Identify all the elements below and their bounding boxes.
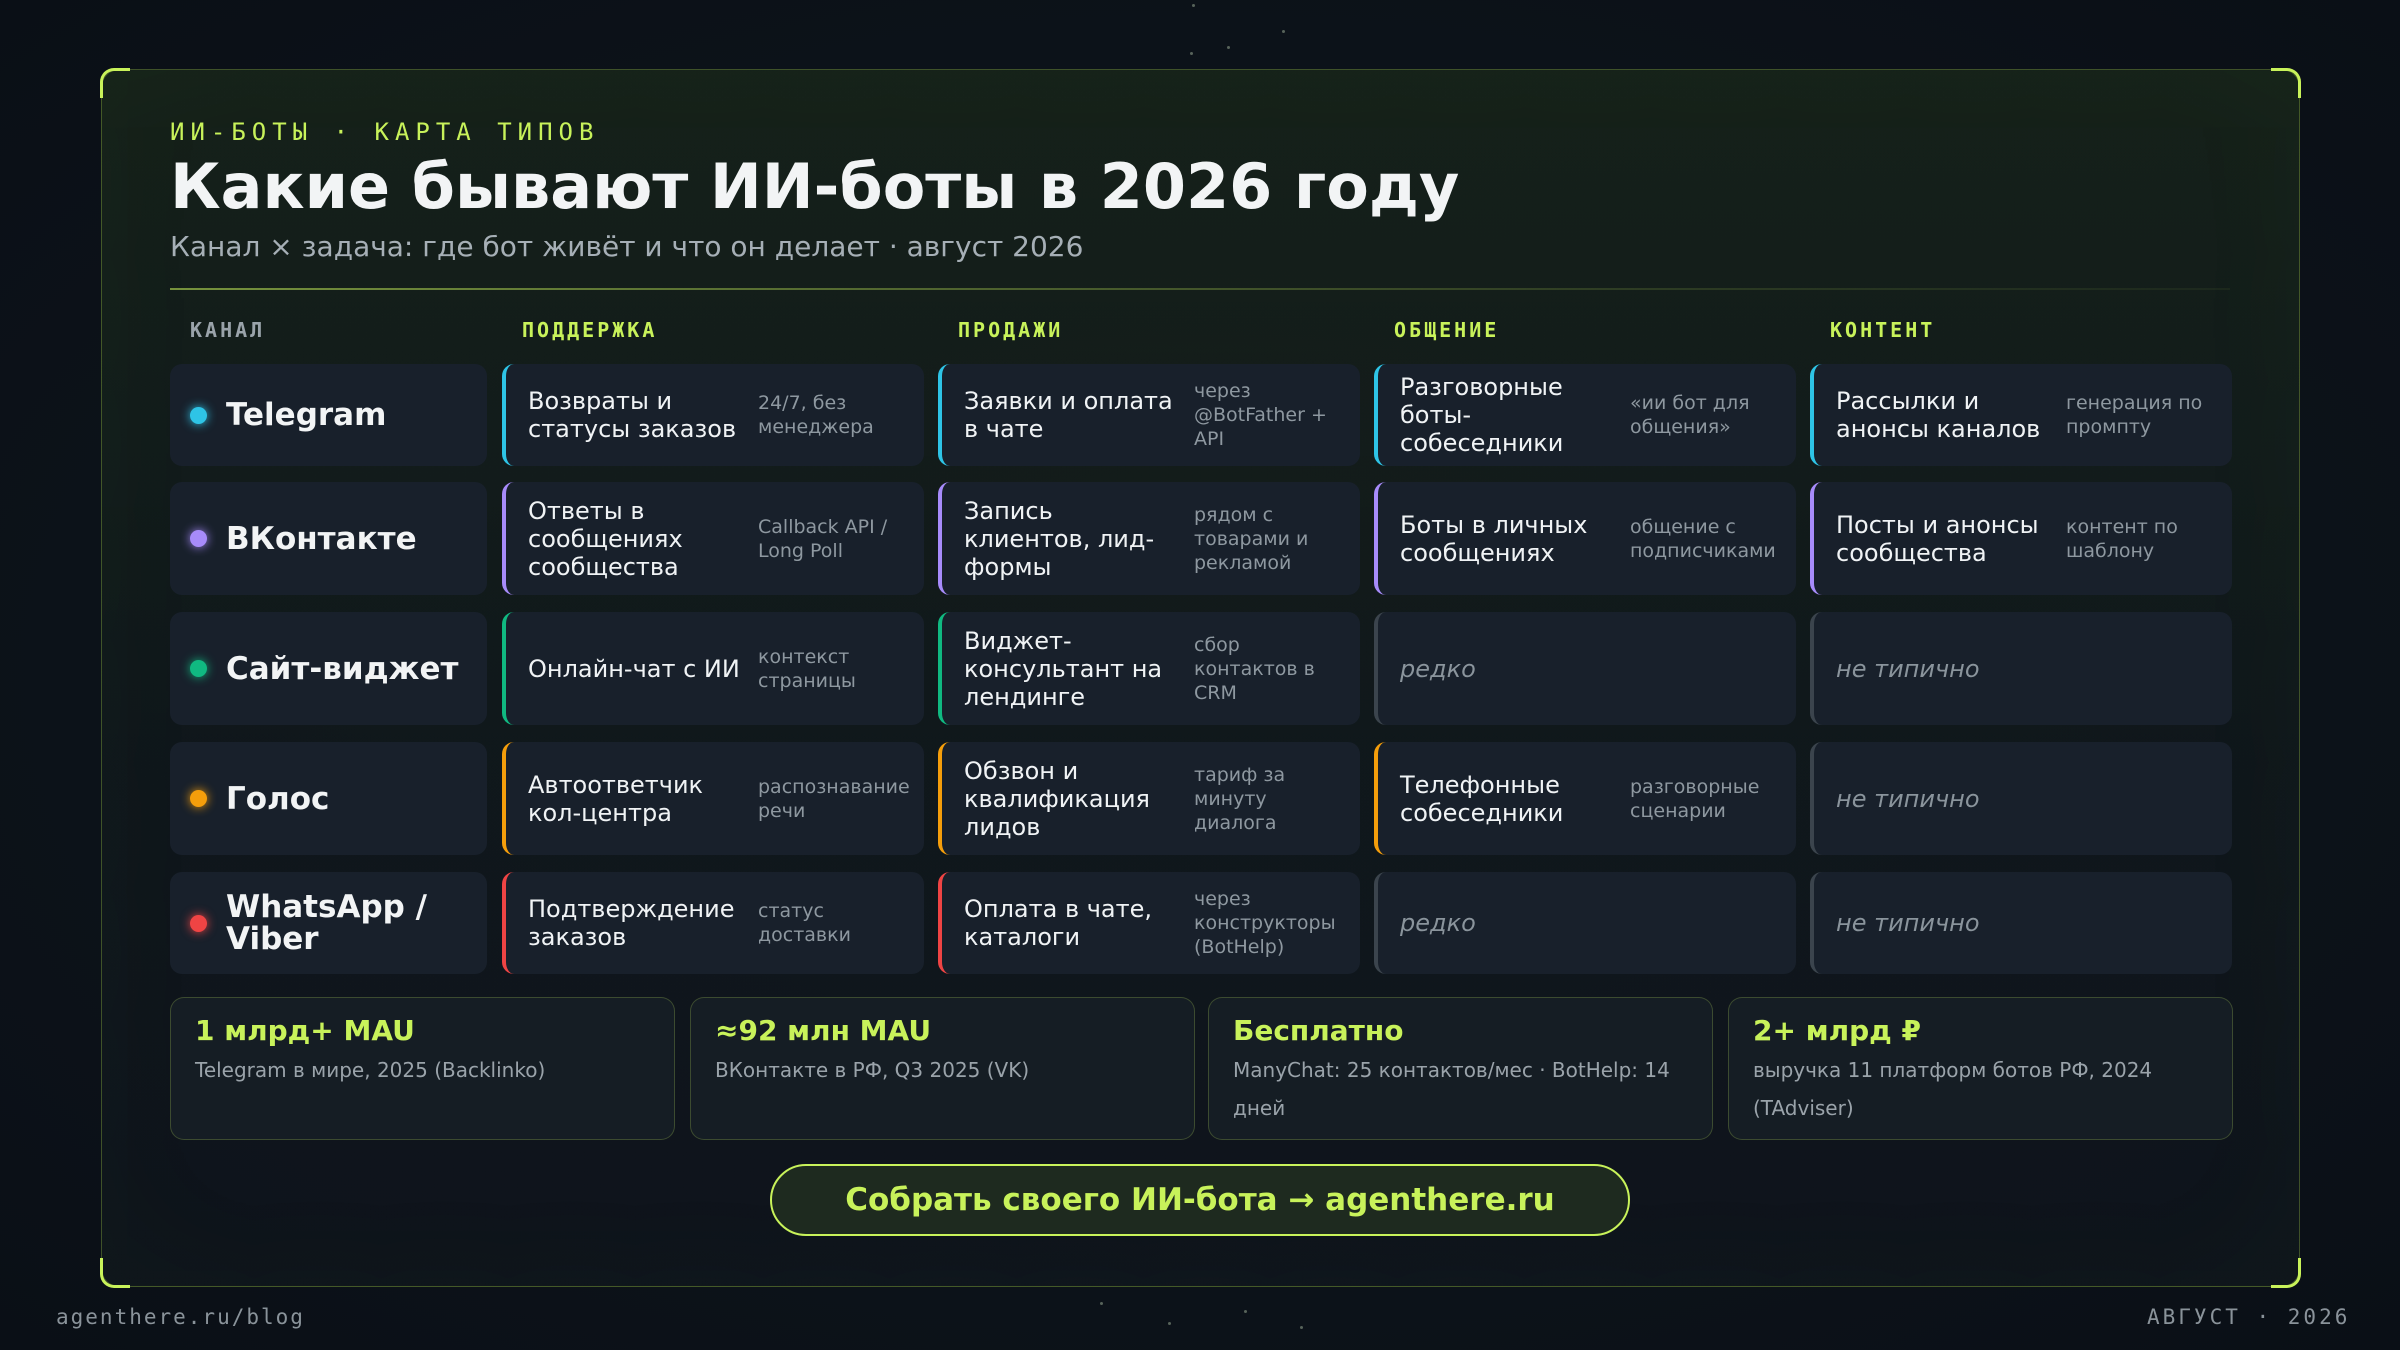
channel-label: Сайт-виджет: [226, 650, 459, 687]
telegram-dot-icon: [190, 406, 207, 424]
cell-telegram-sales: Заявки и оплата в чате через @BotFather …: [938, 364, 1360, 466]
cell-note: контент по шаблону: [2066, 515, 2178, 562]
header-divider: [170, 288, 2230, 290]
cell-widget-content: не типично: [1810, 612, 2232, 725]
cell-main: не типично: [1836, 909, 1980, 937]
stat-card-free: Бесплатно ManyChat: 25 контактов/мес · B…: [1208, 997, 1713, 1140]
channel-label: ВКонтакте: [226, 520, 417, 557]
cell-main: редко: [1400, 909, 1476, 937]
cell-note: рядом с товарами и рекламой: [1194, 503, 1309, 574]
stat-card-revenue: 2+ млрд ₽ выручка 11 платформ ботов РФ, …: [1728, 997, 2233, 1140]
cell-widget-support: Онлайн-чат с ИИ контекст страницы: [502, 612, 924, 725]
cell-widget-sales: Виджет-консультант на лендинге сбор конт…: [938, 612, 1360, 725]
cell-main: Онлайн-чат с ИИ: [528, 654, 740, 683]
cell-main: Запись клиентов, лид-формы: [964, 496, 1155, 581]
cell-vk-chat: Боты в личных сообщениях общение с подпи…: [1374, 482, 1796, 595]
column-header-support: ПОДДЕРЖКА: [522, 318, 658, 342]
channel-label: Telegram: [226, 397, 387, 433]
channel-vk: ВКонтакте: [170, 482, 487, 595]
channel-voice: Голос: [170, 742, 487, 855]
widget-dot-icon: [190, 660, 207, 677]
cell-main: Оплата в чате, каталоги: [964, 895, 1152, 951]
cell-main: не типично: [1836, 654, 1980, 683]
cell-whatsapp-chat: редко: [1374, 872, 1796, 974]
cell-note: общение с подписчиками: [1630, 515, 1776, 562]
cell-main: не типично: [1836, 784, 1980, 813]
cell-note: контекст страницы: [758, 645, 856, 692]
column-header-sales: ПРОДАЖИ: [958, 318, 1064, 342]
cell-whatsapp-sales: Оплата в чате, каталоги через конструкто…: [938, 872, 1360, 974]
stat-card-telegram: 1 млрд+ MAU Telegram в мире, 2025 (Backl…: [170, 997, 675, 1140]
cell-vk-content: Посты и анонсы сообщества контент по шаб…: [1810, 482, 2232, 595]
cell-voice-support: Автоответчик кол-центра распознавание ре…: [502, 742, 924, 855]
footer-url: agenthere.ru/blog: [56, 1305, 305, 1329]
cell-main: Виджет-консультант на лендинге: [964, 626, 1163, 711]
stat-caption: ManyChat: 25 контактов/мес · BotHelp: 14…: [1233, 1058, 1670, 1120]
corner-accent-bottom-right: [2271, 1258, 2301, 1288]
cell-whatsapp-support: Подтверждение заказов статус доставки: [502, 872, 924, 974]
cell-voice-content: не типично: [1810, 742, 2232, 855]
cell-note: через конструкторы (BotHelp): [1194, 888, 1336, 958]
cell-main: Посты и анонсы сообщества: [1836, 510, 2039, 567]
cell-main: Рассылки и анонсы каналов: [1836, 387, 2041, 443]
vk-dot-icon: [190, 530, 207, 547]
cell-vk-sales: Запись клиентов, лид-формы рядом с товар…: [938, 482, 1360, 595]
channel-label: WhatsApp / Viber: [226, 889, 427, 957]
cell-voice-sales: Обзвон и квалификация лидов тариф за мин…: [938, 742, 1360, 855]
stat-card-vk: ≈92 млн MAU ВКонтакте в РФ, Q3 2025 (VK): [690, 997, 1195, 1140]
eyebrow-label: ИИ-БОТЫ · КАРТА ТИПОВ: [170, 118, 600, 146]
corner-accent-top-left: [100, 68, 130, 98]
page-subtitle: Канал × задача: где бот живёт и что он д…: [170, 230, 1084, 263]
cell-main: Обзвон и квалификация лидов: [964, 756, 1150, 841]
cell-main: Боты в личных сообщениях: [1400, 510, 1588, 567]
cell-vk-support: Ответы в сообщениях сообщества Callback …: [502, 482, 924, 595]
cell-note: статус доставки: [758, 900, 851, 946]
cell-note: сбор контактов в CRM: [1194, 633, 1315, 704]
channel-label: Голос: [226, 780, 330, 817]
cell-note: разговорные сценарии: [1630, 775, 1760, 822]
corner-accent-bottom-left: [100, 1258, 130, 1288]
cell-note: генерация по промпту: [2066, 392, 2203, 438]
page-title: Какие бывают ИИ-боты в 2026 году: [170, 150, 1460, 223]
cell-note: распознавание речи: [758, 775, 910, 822]
channel-whatsapp-viber: WhatsApp / Viber: [170, 872, 487, 974]
cell-main: Возвраты и статусы заказов: [528, 387, 737, 443]
stat-value: ≈92 млн MAU: [715, 1014, 932, 1047]
cell-note: «ии бот для общения»: [1630, 392, 1750, 438]
stat-caption: ВКонтакте в РФ, Q3 2025 (VK): [715, 1058, 1030, 1082]
stat-value: Бесплатно: [1233, 1014, 1404, 1047]
stat-caption: Telegram в мире, 2025 (Backlinko): [195, 1058, 546, 1082]
cell-main: Телефонные собеседники: [1400, 770, 1564, 827]
cell-whatsapp-content: не типично: [1810, 872, 2232, 974]
cell-main: Ответы в сообщениях сообщества: [528, 496, 683, 581]
footer-date: АВГУСТ · 2026: [2147, 1305, 2351, 1329]
cta-build-bot-button[interactable]: Собрать своего ИИ-бота → agenthere.ru: [770, 1164, 1630, 1236]
cell-main: редко: [1400, 654, 1476, 683]
cell-main: Автоответчик кол-центра: [528, 770, 704, 827]
column-header-content: КОНТЕНТ: [1830, 318, 1936, 342]
corner-accent-top-right: [2271, 68, 2301, 98]
column-header-chat: ОБЩЕНИЕ: [1394, 318, 1500, 342]
cell-widget-chat: редко: [1374, 612, 1796, 725]
cell-voice-chat: Телефонные собеседники разговорные сцена…: [1374, 742, 1796, 855]
cell-note: 24/7, без менеджера: [758, 392, 874, 438]
stat-caption: выручка 11 платформ ботов РФ, 2024 (TAdv…: [1753, 1058, 2153, 1120]
stat-value: 2+ млрд ₽: [1753, 1014, 1921, 1047]
whatsapp-dot-icon: [190, 914, 207, 932]
cell-note: тариф за минуту диалога: [1194, 763, 1286, 834]
cell-telegram-content: Рассылки и анонсы каналов генерация по п…: [1810, 364, 2232, 466]
cell-telegram-support: Возвраты и статусы заказов 24/7, без мен…: [502, 364, 924, 466]
column-header-channel: КАНАЛ: [190, 318, 266, 342]
cell-note: Callback API / Long Poll: [758, 515, 888, 562]
cell-note: через @BotFather + API: [1194, 380, 1327, 450]
voice-dot-icon: [190, 790, 207, 807]
cell-main: Разговорные боты-собеседники: [1400, 373, 1564, 457]
channel-site-widget: Сайт-виджет: [170, 612, 487, 725]
cell-main: Заявки и оплата в чате: [964, 387, 1173, 443]
stat-value: 1 млрд+ MAU: [195, 1014, 415, 1047]
cell-main: Подтверждение заказов: [528, 895, 735, 951]
channel-telegram: Telegram: [170, 364, 487, 466]
cell-telegram-chat: Разговорные боты-собеседники «ии бот для…: [1374, 364, 1796, 466]
